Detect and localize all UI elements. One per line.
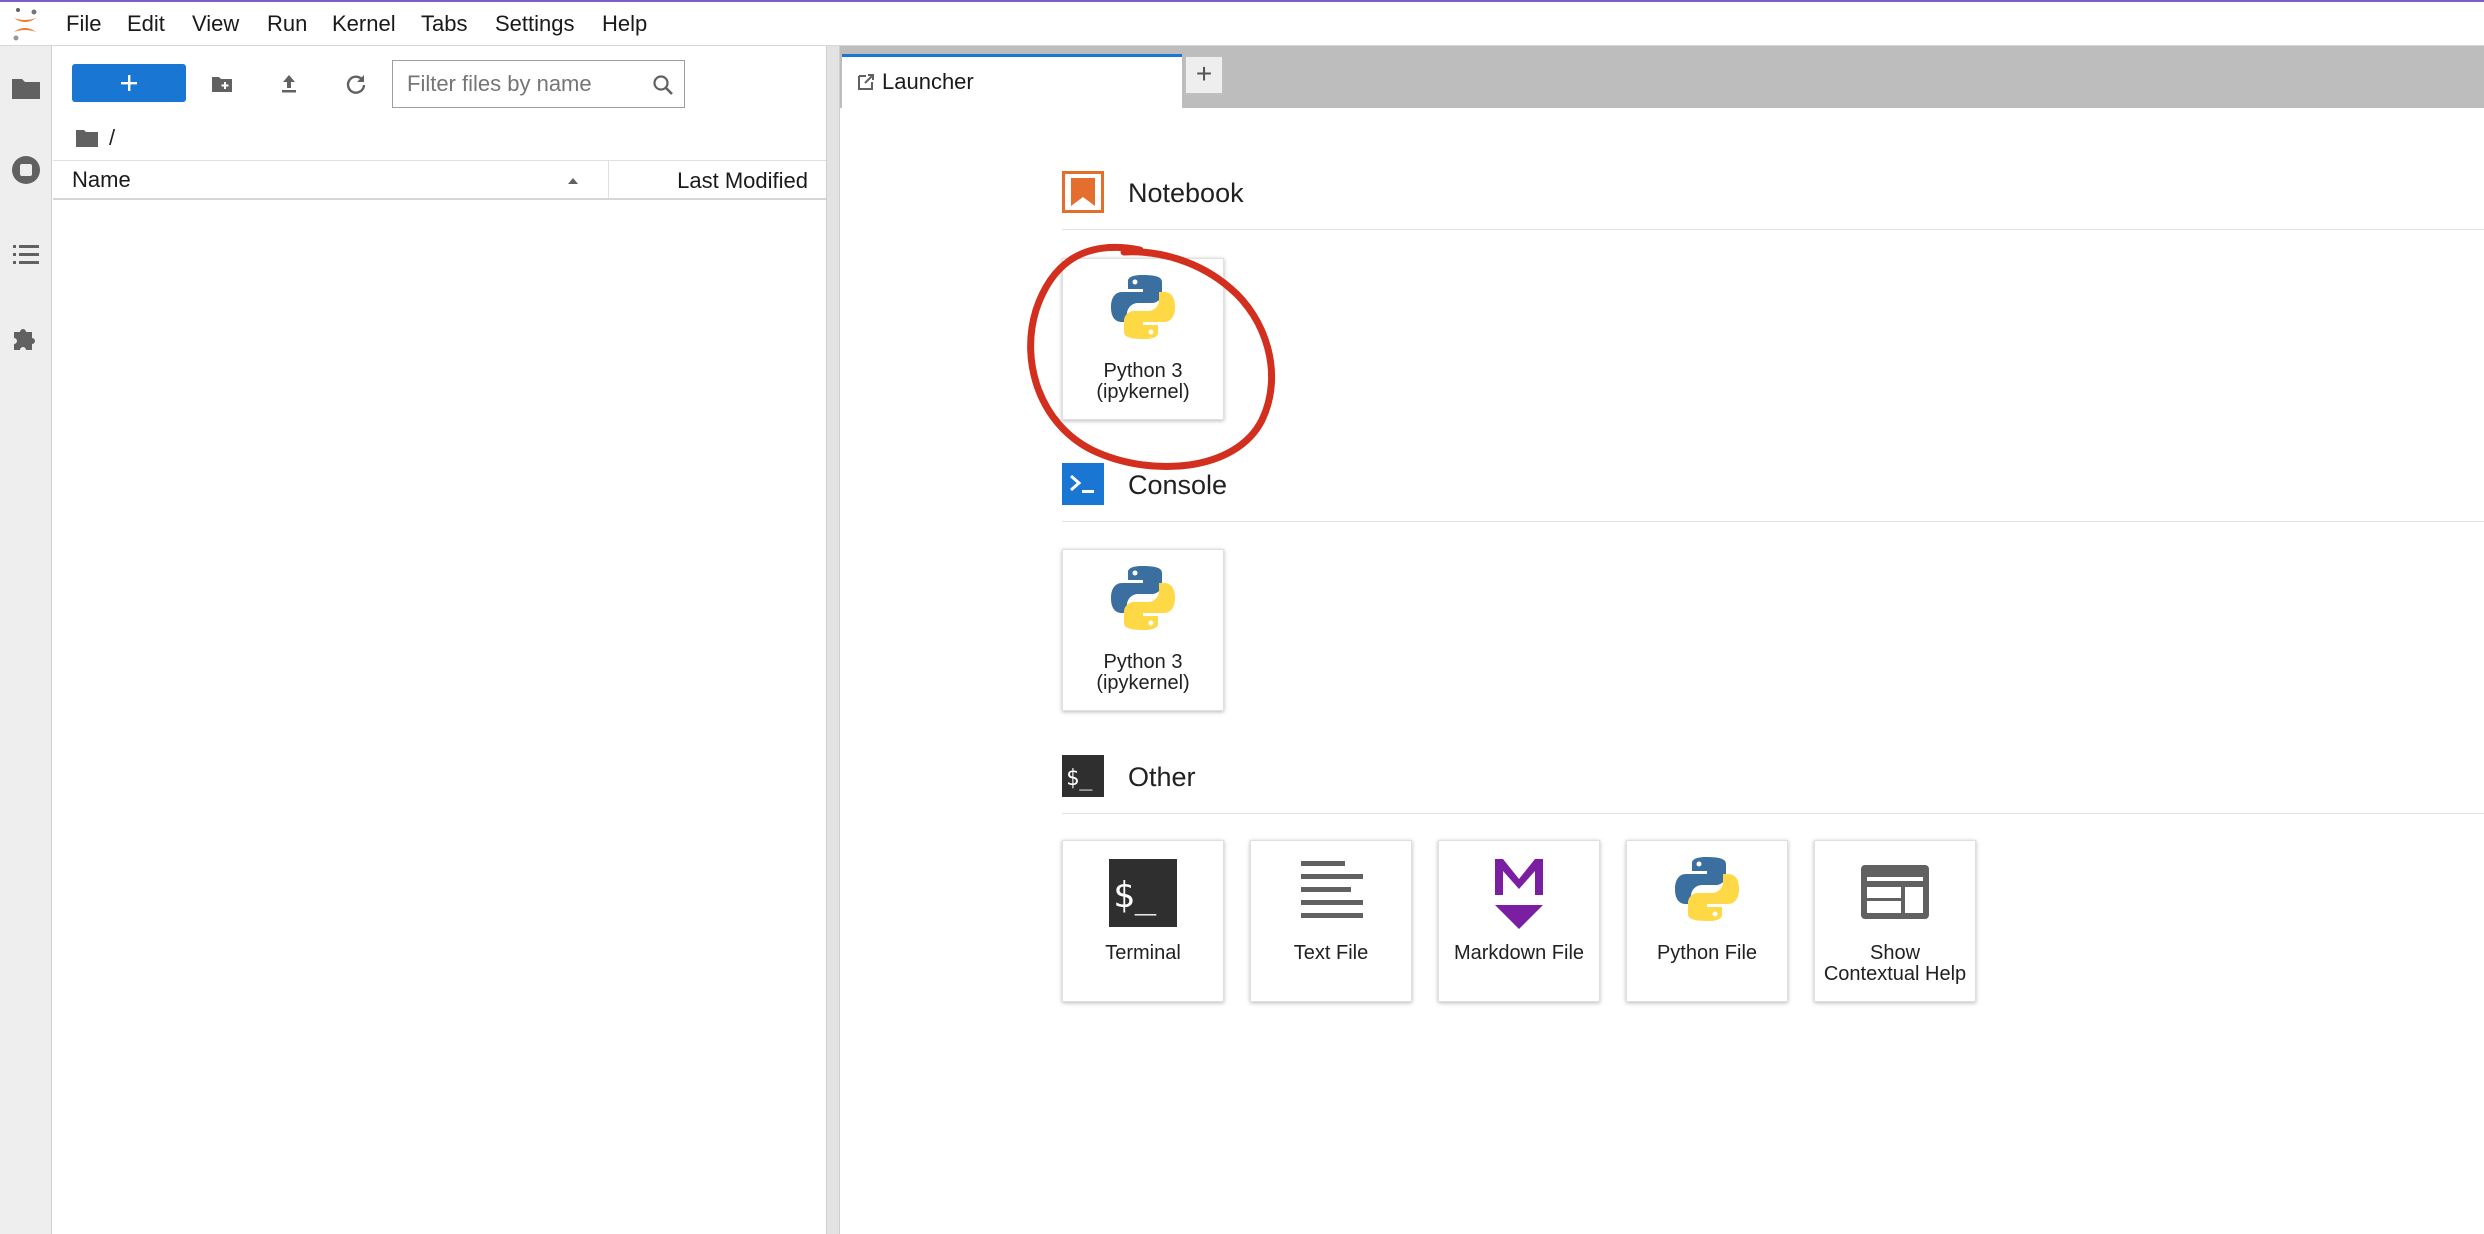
add-tab-button[interactable]: + xyxy=(1185,56,1223,94)
menu-tabs[interactable]: Tabs xyxy=(421,2,467,46)
card-label-line1: Show xyxy=(1869,942,1921,964)
refresh-icon[interactable] xyxy=(344,72,368,96)
launcher-tab-icon xyxy=(858,74,874,90)
card-label: Python 3 (ipykernel) xyxy=(1063,361,1223,403)
notebook-icon xyxy=(1062,171,1104,213)
plus-icon xyxy=(121,75,137,91)
markdown-icon xyxy=(1495,859,1543,929)
notebook-python3-card[interactable]: Python 3 (ipykernel) xyxy=(1062,258,1224,420)
python-logo-icon xyxy=(1111,566,1175,630)
other-terminal-icon: $_ xyxy=(1062,755,1104,797)
python-logo-icon xyxy=(1111,275,1175,339)
tab-launcher[interactable]: Launcher xyxy=(842,54,1182,108)
filter-files-input[interactable] xyxy=(407,61,637,107)
contextual-help-icon xyxy=(1861,865,1929,919)
section-title-notebook: Notebook xyxy=(1128,178,1244,208)
card-label: Terminal xyxy=(1063,943,1223,964)
menu-run[interactable]: Run xyxy=(267,2,307,46)
column-divider[interactable] xyxy=(608,161,609,199)
section-notebook: Notebook xyxy=(1062,171,2484,230)
card-label-line1: Python 3 xyxy=(1103,360,1183,382)
menu-kernel[interactable]: Kernel xyxy=(332,2,396,46)
folder-icon[interactable] xyxy=(10,72,42,104)
menu-file[interactable]: File xyxy=(66,2,101,46)
python-file-card[interactable]: Python File xyxy=(1626,840,1788,1002)
file-browser-panel: / Name Last Modified xyxy=(53,46,826,1234)
menu-settings[interactable]: Settings xyxy=(495,2,575,46)
section-title-console: Console xyxy=(1128,470,1228,500)
console-icon xyxy=(1062,463,1104,505)
table-of-contents-icon[interactable] xyxy=(10,238,42,270)
main-tab-bar: Launcher + xyxy=(840,46,2484,108)
card-label: Text File xyxy=(1251,943,1411,964)
new-folder-icon[interactable] xyxy=(210,72,234,96)
card-label: Python File xyxy=(1627,943,1787,964)
section-console: Console xyxy=(1062,463,2484,522)
extension-puzzle-icon[interactable] xyxy=(10,322,42,354)
sort-ascending-icon xyxy=(568,178,578,184)
card-label-line2: (ipykernel) xyxy=(1096,672,1190,694)
card-label-line2: Contextual Help xyxy=(1823,963,1967,985)
section-divider xyxy=(1062,229,2484,230)
card-label-line1: Text File xyxy=(1293,942,1369,964)
panel-splitter[interactable] xyxy=(826,46,840,1234)
column-last-modified[interactable]: Last Modified xyxy=(677,161,808,199)
breadcrumb: / xyxy=(75,118,115,158)
new-launcher-button[interactable] xyxy=(72,64,186,102)
search-icon xyxy=(653,75,673,95)
card-label-line2: (ipykernel) xyxy=(1096,381,1190,403)
terminal-icon: $_ xyxy=(1109,859,1177,927)
card-label-line1: Python 3 xyxy=(1103,651,1183,673)
card-label-line1: Markdown File xyxy=(1453,942,1585,964)
card-label-line1: Python File xyxy=(1656,942,1758,964)
section-title-other: Other xyxy=(1128,762,1196,792)
console-python3-card[interactable]: Python 3 (ipykernel) xyxy=(1062,549,1224,711)
column-name[interactable]: Name xyxy=(72,161,131,199)
section-other: $_ Other xyxy=(1062,755,2484,814)
section-divider xyxy=(1062,521,2484,522)
folder-icon[interactable] xyxy=(75,127,99,149)
contextual-help-card[interactable]: Show Contextual Help xyxy=(1814,840,1976,1002)
left-activity-bar xyxy=(0,46,52,1234)
card-label: Show Contextual Help xyxy=(1815,943,1975,985)
card-label: Markdown File xyxy=(1439,943,1599,964)
terminal-card[interactable]: $_ Terminal xyxy=(1062,840,1224,1002)
menu-view[interactable]: View xyxy=(192,2,239,46)
breadcrumb-path[interactable]: / xyxy=(109,125,115,151)
jupyter-logo-icon xyxy=(13,8,37,41)
text-file-card[interactable]: Text File xyxy=(1250,840,1412,1002)
filter-files-box xyxy=(392,60,685,108)
launcher-panel: Notebook Python 3 (ipykernel) Console Py… xyxy=(840,108,2484,1234)
svg-text:$_: $_ xyxy=(1113,875,1157,916)
section-divider xyxy=(1062,813,2484,814)
upload-icon[interactable] xyxy=(277,72,301,96)
tab-launcher-label: Launcher xyxy=(882,69,974,94)
file-list-header: Name Last Modified xyxy=(53,160,826,200)
python-logo-icon xyxy=(1675,857,1739,921)
card-label-line1: Terminal xyxy=(1105,942,1181,964)
svg-text:$_: $_ xyxy=(1066,766,1093,791)
menu-help[interactable]: Help xyxy=(602,2,647,46)
menu-edit[interactable]: Edit xyxy=(127,2,165,46)
card-label: Python 3 (ipykernel) xyxy=(1063,652,1223,694)
running-sessions-icon[interactable] xyxy=(10,154,42,186)
markdown-file-card[interactable]: Markdown File xyxy=(1438,840,1600,1002)
menu-bar: File Edit View Run Kernel Tabs Settings … xyxy=(0,2,2484,46)
text-file-icon xyxy=(1301,861,1363,918)
